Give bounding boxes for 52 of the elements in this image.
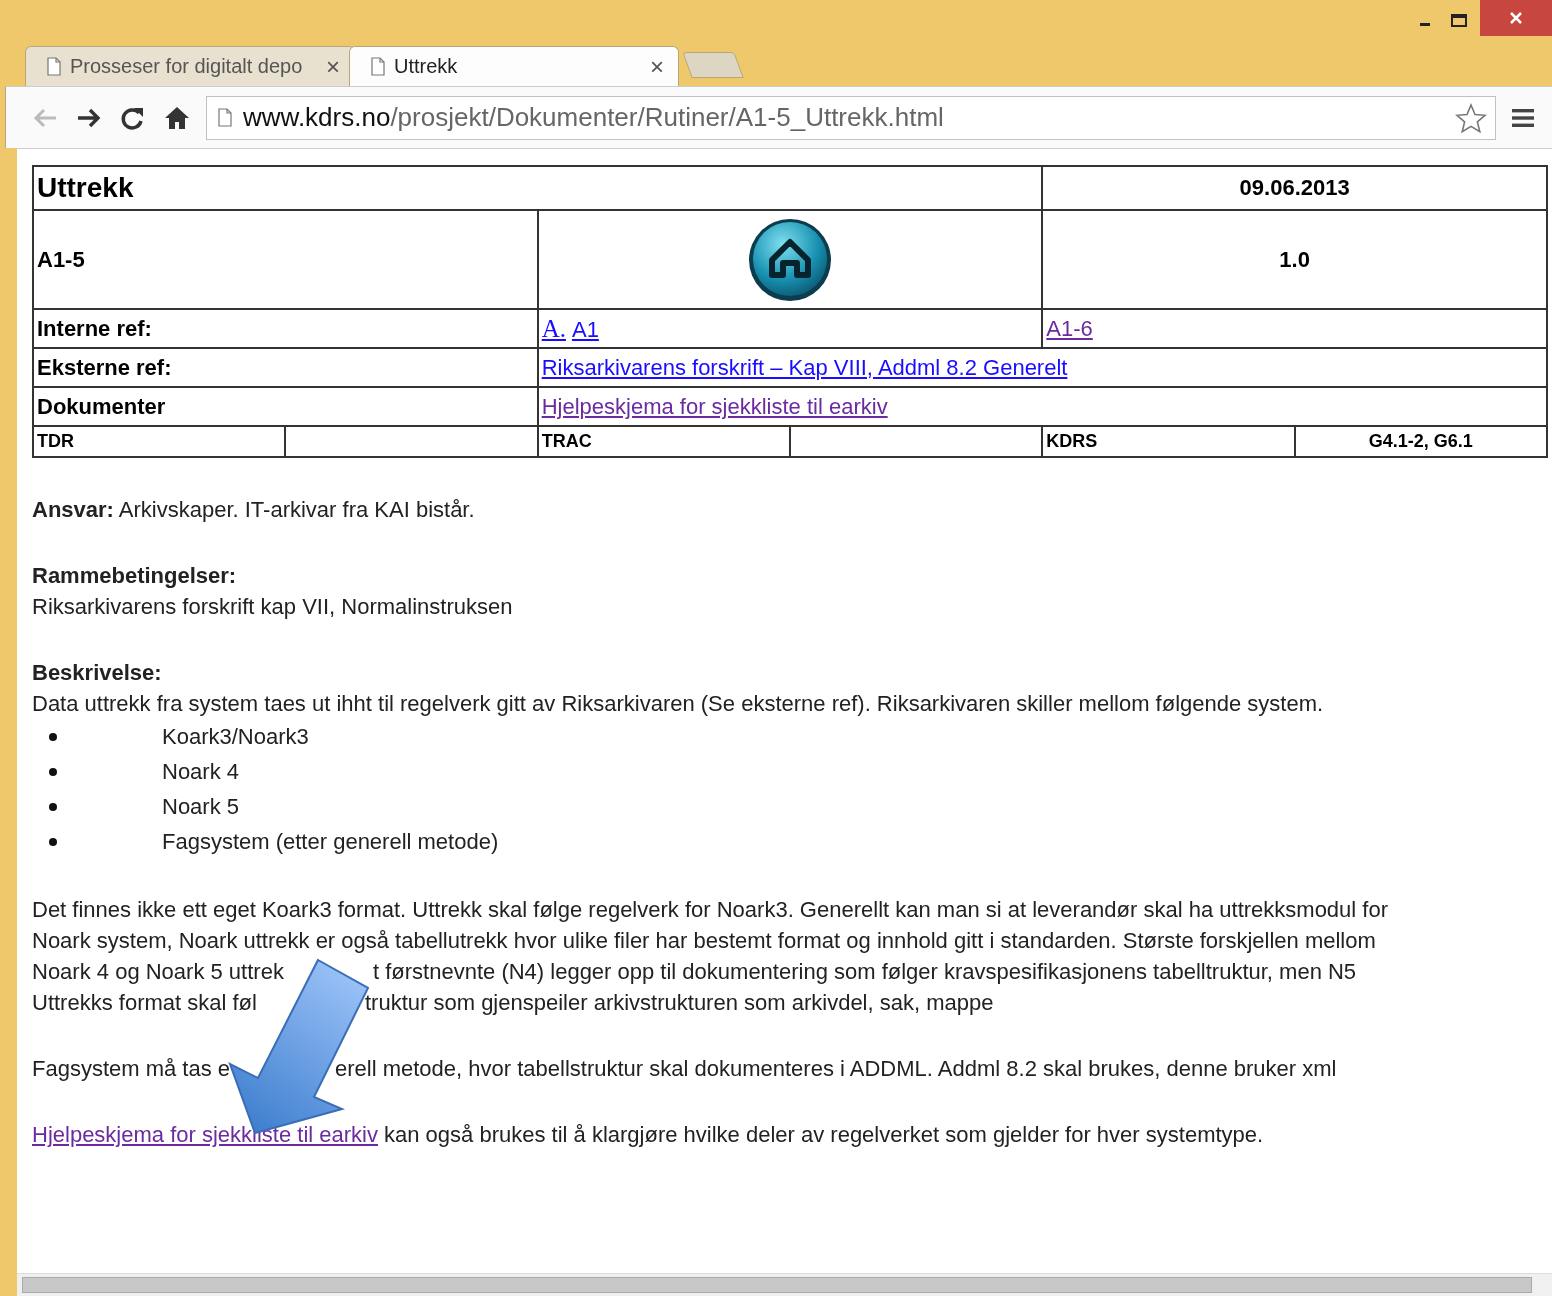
home-button-icon[interactable] — [748, 216, 832, 303]
paragraph-text: Det finnes ikke ett eget Koark3 format. Uttrekk skal følge regelverk for Noark3. Generellt kan man si at leverandør skal ha uttrekksmodul for — [32, 896, 1388, 924]
code-value: G4.1-2, G6.1 — [1368, 431, 1473, 451]
paragraph-text: Noark system, Noark uttrekk er også tabellutrekk hvor ulike filer har bestemt format og innhold gitt i standarden. Største forskjellen mellom — [32, 927, 1376, 955]
list-item-text: Noark 4 — [162, 758, 240, 785]
close-tab-button[interactable]: × — [650, 52, 664, 81]
page-icon — [217, 108, 233, 127]
code-label: KDRS — [1046, 431, 1098, 451]
horizontal-scrollbar[interactable] — [17, 1273, 1552, 1296]
bullet-icon — [49, 732, 57, 741]
date-text: 09.06.2013 — [1239, 175, 1350, 200]
paragraph-text: erell metode, hvor tabellstruktur skal dokumenteres i ADDML. Addml 8.2 skal brukes, denne bruker xml — [335, 1055, 1337, 1083]
bullet-icon — [49, 837, 57, 846]
tab-title: Prosseser for digitalt depo — [70, 55, 304, 78]
row-label: Dokumenter — [37, 393, 166, 419]
bullet-icon — [49, 767, 57, 776]
link[interactable]: A1-6 — [1046, 315, 1093, 341]
link[interactable]: Hjelpeskjema for sjekkliste til earkiv — [32, 1122, 378, 1147]
document-title: Uttrekk — [37, 172, 134, 203]
row-label: Eksterne ref: — [37, 354, 172, 380]
link[interactable]: A. — [541, 314, 566, 342]
paragraph-text: Data uttrekk fra system taes ut ihht til regelverk gitt av Riksarkivaren (Se eksterne ref). Riksarkivaren skiller mellom følgende system. — [32, 690, 1325, 718]
address-bar[interactable]: www.kdrs.no/prosjekt/Dokumenter/Rutiner/A1-5_Uttrekk.html — [206, 95, 1496, 140]
responsibility-text: Ansvar: Arkivskaper. IT-arkivar fra KAI bistår. — [32, 496, 476, 524]
paragraph-text: kan også brukes til å klargjøre hvilke deler av regelverket som gjelder for hver systemtype. — [384, 1122, 1264, 1147]
star-icon[interactable] — [1455, 102, 1487, 133]
list-item-text: Noark 5 — [162, 793, 240, 820]
browser-tab[interactable]: Uttrekk × — [349, 46, 679, 86]
bullet-icon — [49, 802, 57, 811]
section-heading: Beskrivelse: — [32, 659, 163, 687]
document-code: A1-5 — [37, 246, 85, 272]
scrollbar-thumb[interactable] — [22, 1277, 1532, 1293]
paragraph-text: Uttrekks format skal føl — [32, 989, 258, 1017]
row-label: Interne ref: — [37, 315, 152, 341]
link[interactable]: A1 — [571, 316, 599, 342]
paragraph-text: Fagsystem må tas e — [32, 1055, 232, 1083]
paragraph-text: Noark 4 og Noark 5 uttrek — [32, 958, 285, 986]
page-icon — [46, 57, 62, 76]
code-label: TDR — [37, 431, 74, 451]
tab-title: Uttrekk — [394, 55, 459, 78]
paragraph-text: t førstnevnte (N4) legger opp til dokumentering som følger kravspesifikasjonens tabelltruktur, men N5 — [373, 958, 1357, 986]
paragraph-text: truktur som gjenspeiler arkivstrukturen som arkivdel, sak, mappe — [365, 989, 994, 1017]
url-text: www.kdrs.no/prosjekt/Dokumenter/Rutiner/A1-5_Uttrekk.html — [243, 102, 945, 133]
list-item-text: Koark3/Noark3 — [162, 723, 309, 750]
code-label: TRAC — [541, 431, 592, 451]
paragraph-text: Riksarkivarens forskrift kap VII, Normalinstruksen — [32, 593, 514, 621]
close-button[interactable] — [1480, 0, 1552, 36]
section-heading: Rammebetingelser: — [32, 562, 238, 590]
version-text: 1.0 — [1279, 246, 1310, 272]
close-tab-button[interactable]: × — [326, 52, 340, 81]
list-item-text: Fagsystem (etter generell metode) — [162, 828, 499, 855]
page-icon — [370, 57, 386, 76]
